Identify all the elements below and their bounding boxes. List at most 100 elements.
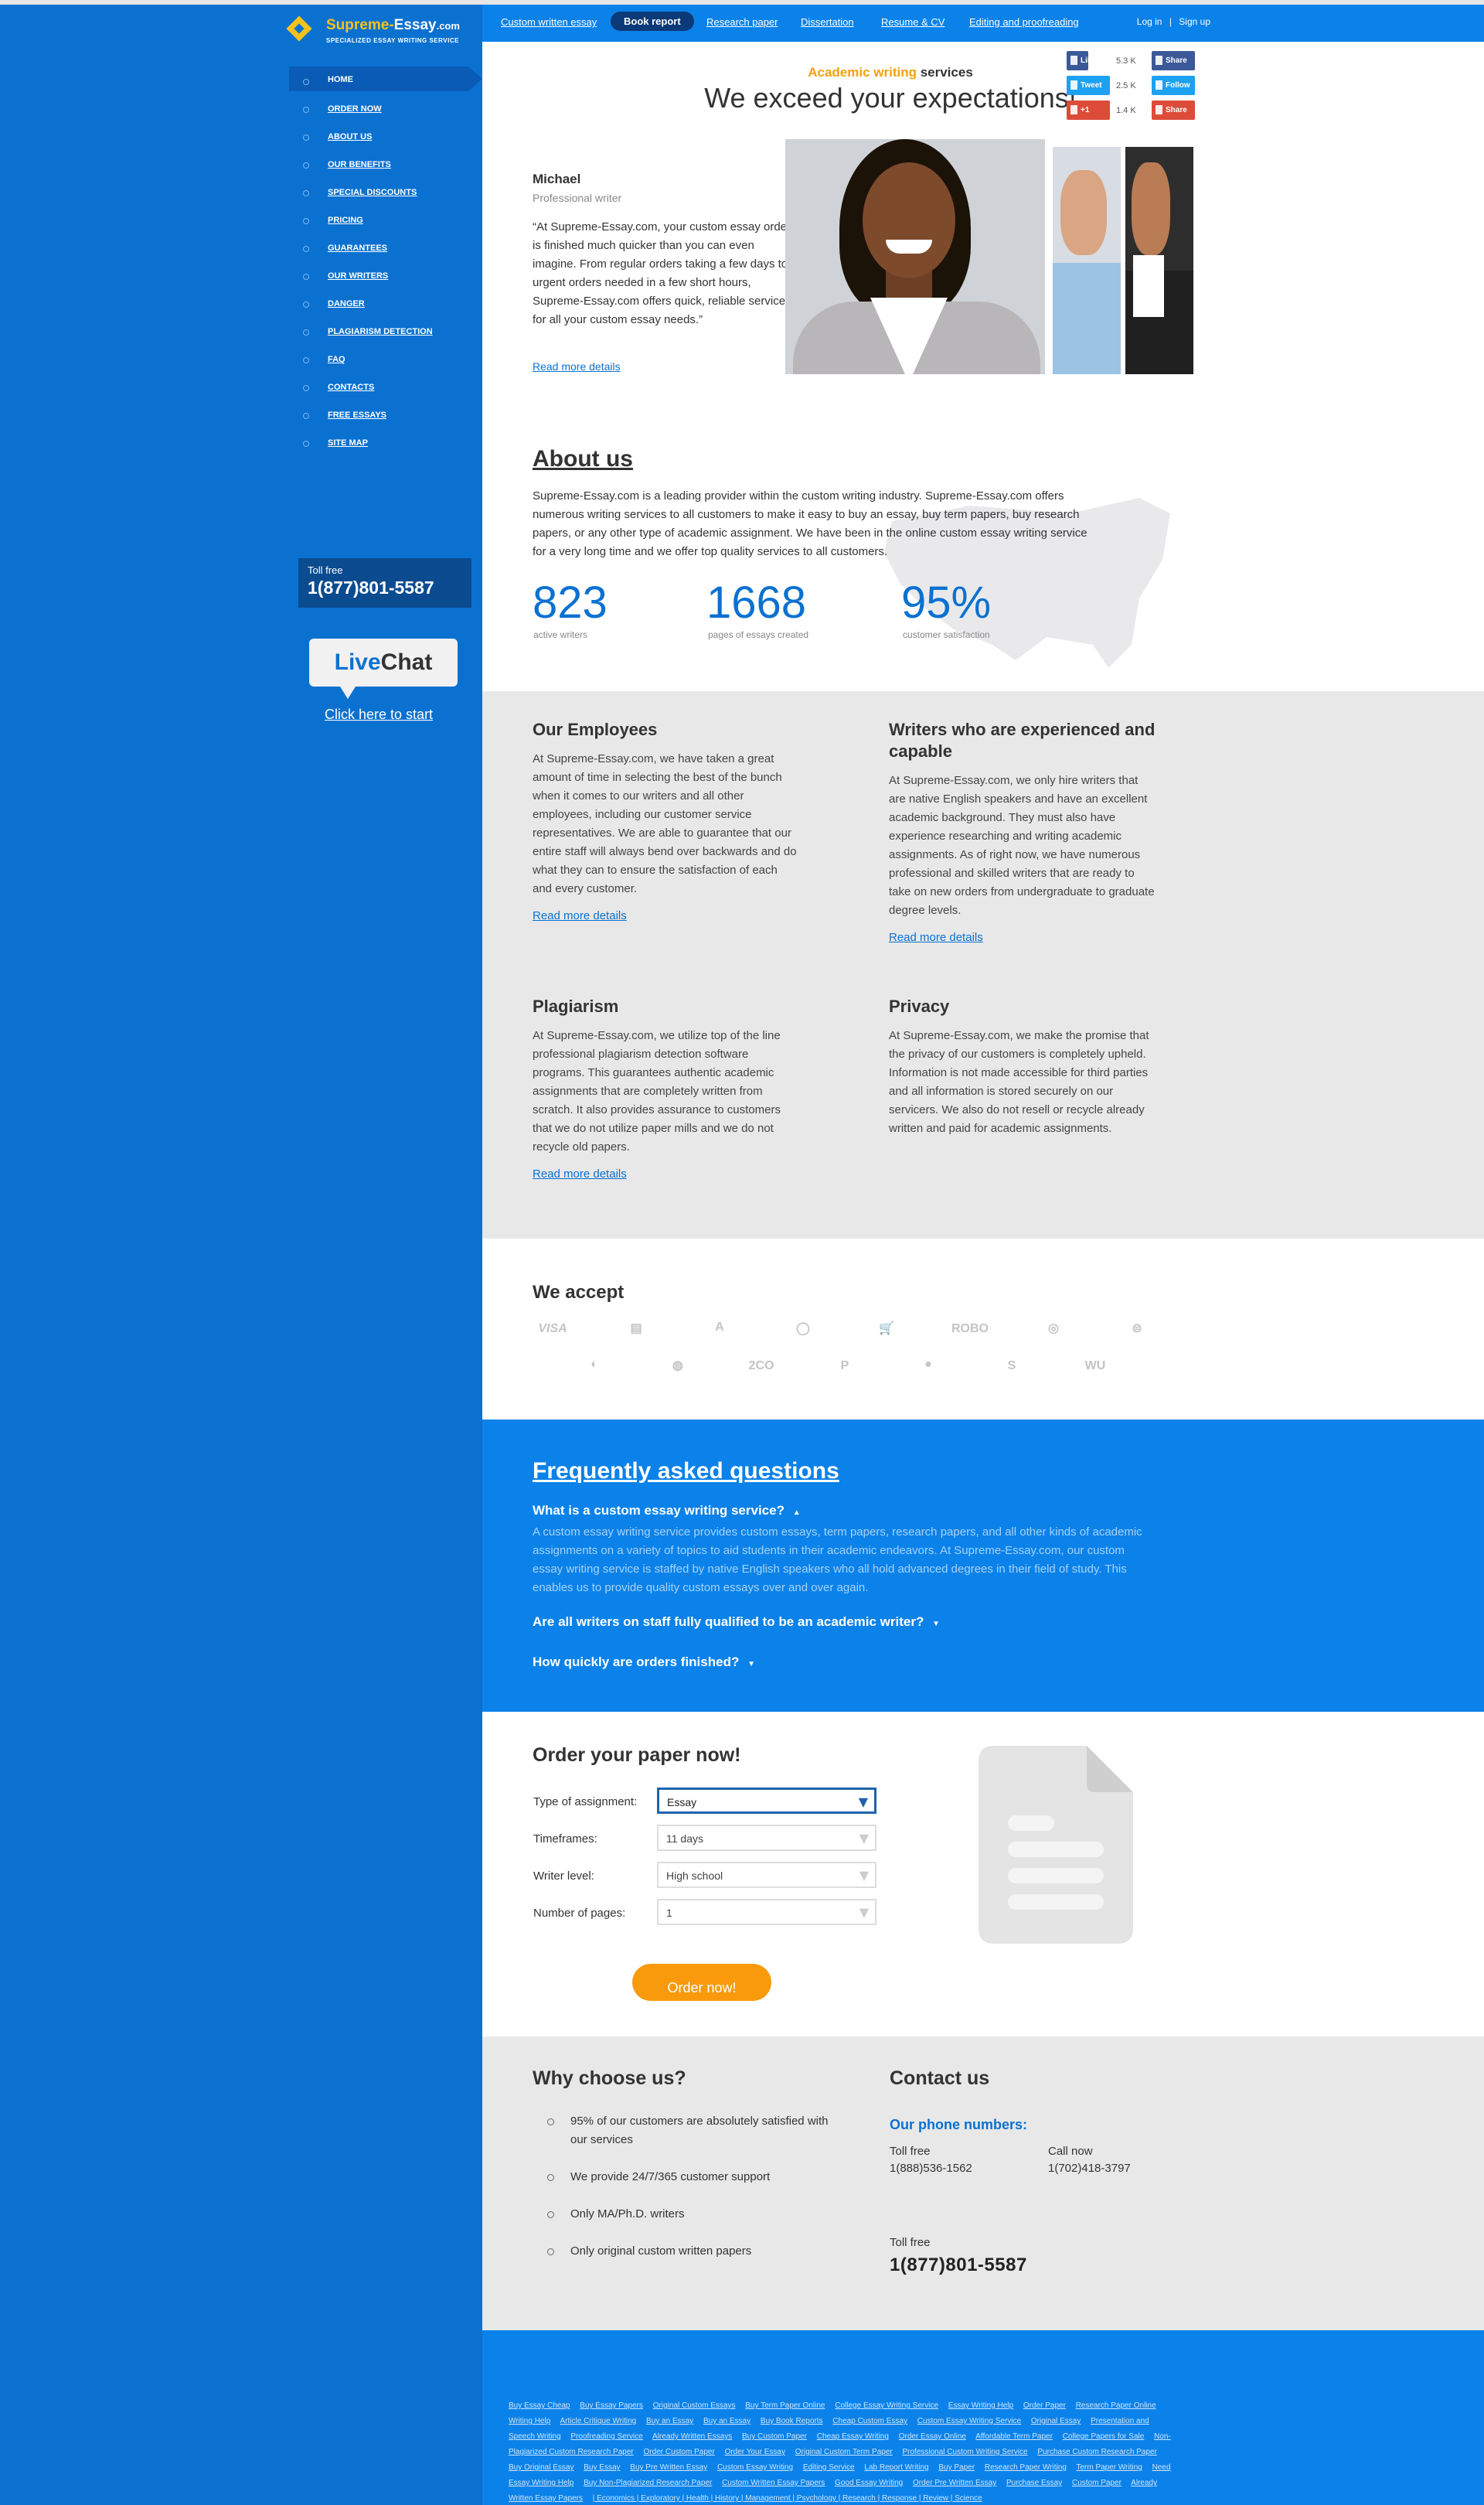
facebook-like-button[interactable]: Like xyxy=(1067,51,1096,70)
sidebar-item-about-us[interactable]: ABOUT US xyxy=(289,122,468,150)
footer-link[interactable]: Buy Book Reports xyxy=(761,2417,823,2425)
sidebar-item-free-essays[interactable]: FREE ESSAYS xyxy=(289,400,468,428)
sidebar-item-faq[interactable]: FAQ xyxy=(289,345,468,373)
footer-link[interactable]: Purchase Essay xyxy=(1006,2479,1062,2487)
sidebar-item-order-now[interactable]: ORDER NOW xyxy=(289,94,468,122)
footer-link[interactable]: | Economics | Exploratory | Health | His… xyxy=(593,2494,982,2503)
assignment-type-select[interactable]: Essay ▼ xyxy=(657,1788,876,1814)
sidebar-item-pricing[interactable]: PRICING xyxy=(289,206,468,233)
writer-photo-thumb-1[interactable] xyxy=(1053,147,1121,374)
footer-link[interactable]: Buy Custom Paper xyxy=(742,2432,807,2441)
footer-link[interactable]: Lab Report Writing xyxy=(864,2463,928,2472)
footer-link[interactable]: Purchase Custom Research Paper xyxy=(1037,2448,1157,2456)
footer-link[interactable]: Buy Non-Plagiarized Research Paper xyxy=(584,2479,712,2487)
addthis-share-button[interactable]: Share xyxy=(1152,101,1195,120)
footer-link[interactable]: Buy Pre Written Essay xyxy=(630,2463,707,2472)
sidebar-item-danger[interactable]: DANGER xyxy=(289,289,468,317)
footer-link[interactable]: Order Essay Online xyxy=(899,2432,966,2441)
footer-link[interactable]: Buy Term Paper Online xyxy=(745,2401,825,2410)
sidebar-item-plagiarism-detection[interactable]: PLAGIARISM DETECTION xyxy=(289,317,468,345)
about-title[interactable]: About us xyxy=(533,446,633,472)
footer-link[interactable]: Term Paper Writing xyxy=(1076,2463,1142,2472)
livechat-start-link[interactable]: Click here to start xyxy=(325,707,433,723)
sidebar-item-guarantees[interactable]: GUARANTEES xyxy=(289,233,468,261)
writer-photo-thumb-2[interactable] xyxy=(1125,147,1193,374)
testimonial-read-more-link[interactable]: Read more details xyxy=(533,360,621,373)
sidebar-item-home[interactable]: HOME xyxy=(289,66,482,91)
footer-link[interactable]: Order Paper xyxy=(1023,2401,1066,2410)
tweet-button[interactable]: Tweet xyxy=(1067,76,1110,95)
facebook-share-button[interactable]: Share xyxy=(1152,51,1195,70)
faq-title[interactable]: Frequently asked questions xyxy=(533,1458,839,1484)
login-link[interactable]: Log in xyxy=(1137,16,1162,27)
livechat-button[interactable]: LiveChat xyxy=(309,639,458,699)
sidebar-item-our-writers[interactable]: OUR WRITERS xyxy=(289,261,468,289)
nav-editing-proofreading[interactable]: Editing and proofreading xyxy=(969,16,1079,28)
faq-question-2[interactable]: Are all writers on staff fully qualified… xyxy=(533,1614,940,1630)
signup-link[interactable]: Sign up xyxy=(1179,16,1210,27)
footer-link[interactable]: Buy an Essay xyxy=(703,2417,751,2425)
toll-free-number[interactable]: 1(888)536-1562 xyxy=(890,2162,972,2175)
nav-book-report[interactable]: Book report xyxy=(611,12,694,31)
footer-link[interactable]: Original Custom Essays xyxy=(653,2401,736,2410)
feature-read-more-link[interactable]: Read more details xyxy=(889,931,1156,944)
footer-link[interactable]: Original Essay xyxy=(1031,2417,1081,2425)
footer-link[interactable]: Order Custom Paper xyxy=(644,2448,715,2456)
footer-link[interactable]: Custom Paper xyxy=(1072,2479,1122,2487)
faq-question-1[interactable]: What is a custom essay writing service? … xyxy=(533,1503,801,1518)
footer-link[interactable]: Professional Custom Writing Service xyxy=(903,2448,1028,2456)
footer-link[interactable]: Cheap Essay Writing xyxy=(817,2432,889,2441)
pages-select[interactable]: 1 ▼ xyxy=(657,1899,876,1925)
footer-link[interactable]: Good Essay Writing xyxy=(835,2479,903,2487)
footer-link[interactable]: Editing Service xyxy=(803,2463,855,2472)
writer-level-select[interactable]: High school ▼ xyxy=(657,1862,876,1888)
footer-link[interactable]: Research Paper Writing xyxy=(985,2463,1067,2472)
google-plus-button[interactable]: +1 xyxy=(1067,101,1110,120)
footer-link[interactable]: Affordable Term Paper xyxy=(975,2432,1053,2441)
nav-custom-written-essay[interactable]: Custom written essay xyxy=(501,16,597,28)
toll-free-label: Toll free xyxy=(890,2145,931,2158)
hero-title: We exceed your expectations! xyxy=(704,82,1077,114)
toll-free-number[interactable]: 1(877)801-5587 xyxy=(308,578,462,598)
footer-link[interactable]: Custom Essay Writing xyxy=(717,2463,793,2472)
footer-link[interactable]: Original Custom Term Paper xyxy=(795,2448,893,2456)
sidebar-item-site-map[interactable]: SITE MAP xyxy=(289,428,468,456)
collapse-arrow-icon: ▲ xyxy=(792,1508,801,1517)
timeframe-select[interactable]: 11 days ▼ xyxy=(657,1825,876,1851)
nav-dissertation[interactable]: Dissertation xyxy=(801,16,854,28)
toll-free-number-large[interactable]: 1(877)801-5587 xyxy=(890,2254,1027,2276)
nav-resume-cv[interactable]: Resume & CV xyxy=(881,16,945,28)
footer-link[interactable]: Buy Essay xyxy=(584,2463,620,2472)
footer-link[interactable]: Buy an Essay xyxy=(646,2417,693,2425)
sidebar-item-special-discounts[interactable]: SPECIAL DISCOUNTS xyxy=(289,178,468,206)
footer-link[interactable]: Already Written Essays xyxy=(652,2432,732,2441)
feature-read-more-link[interactable]: Read more details xyxy=(533,1167,800,1181)
footer-link[interactable]: Cheap Custom Essay xyxy=(832,2417,907,2425)
sidebar-item-our-benefits[interactable]: OUR BENEFITS xyxy=(289,150,468,178)
footer-link[interactable]: Article Critique Writing xyxy=(560,2417,637,2425)
footer-link[interactable]: Buy Essay Cheap xyxy=(509,2401,570,2410)
footer-link[interactable]: Buy Essay Papers xyxy=(580,2401,643,2410)
footer-link[interactable]: Order Pre Written Essay xyxy=(913,2479,996,2487)
call-now-number[interactable]: 1(702)418-3797 xyxy=(1048,2162,1131,2175)
footer-link[interactable]: Custom Essay Writing Service xyxy=(917,2417,1021,2425)
footer-link[interactable]: Buy Original Essay xyxy=(509,2463,574,2472)
footer-link[interactable]: Essay Writing Help xyxy=(948,2401,1013,2410)
footer-link[interactable]: Writing Help xyxy=(509,2417,550,2425)
twitter-follow-button[interactable]: Follow xyxy=(1152,76,1195,95)
discover-icon: ◍ xyxy=(672,1359,683,1372)
footer-link[interactable]: Proofreading Service xyxy=(570,2432,642,2441)
sidebar-item-contacts[interactable]: CONTACTS xyxy=(289,373,468,400)
testimonial-role: Professional writer xyxy=(533,192,622,204)
logo[interactable]: Supreme-Essay.com SPECIALIZED ESSAY WRIT… xyxy=(286,14,473,49)
footer-link[interactable]: Order Your Essay xyxy=(725,2448,785,2456)
faq-question-3[interactable]: How quickly are orders finished? ▼ xyxy=(533,1655,755,1670)
nav-research-paper[interactable]: Research paper xyxy=(706,16,778,28)
footer-link[interactable]: College Essay Writing Service xyxy=(835,2401,938,2410)
footer-link[interactable]: Buy Paper xyxy=(938,2463,975,2472)
footer-link[interactable]: Research Paper Online xyxy=(1076,2401,1156,2410)
footer-link[interactable]: College Papers for Sale xyxy=(1063,2432,1145,2441)
footer-link[interactable]: Custom Written Essay Papers xyxy=(722,2479,825,2487)
feature-read-more-link[interactable]: Read more details xyxy=(533,909,800,922)
order-now-button[interactable]: Order now! xyxy=(632,1964,771,2001)
